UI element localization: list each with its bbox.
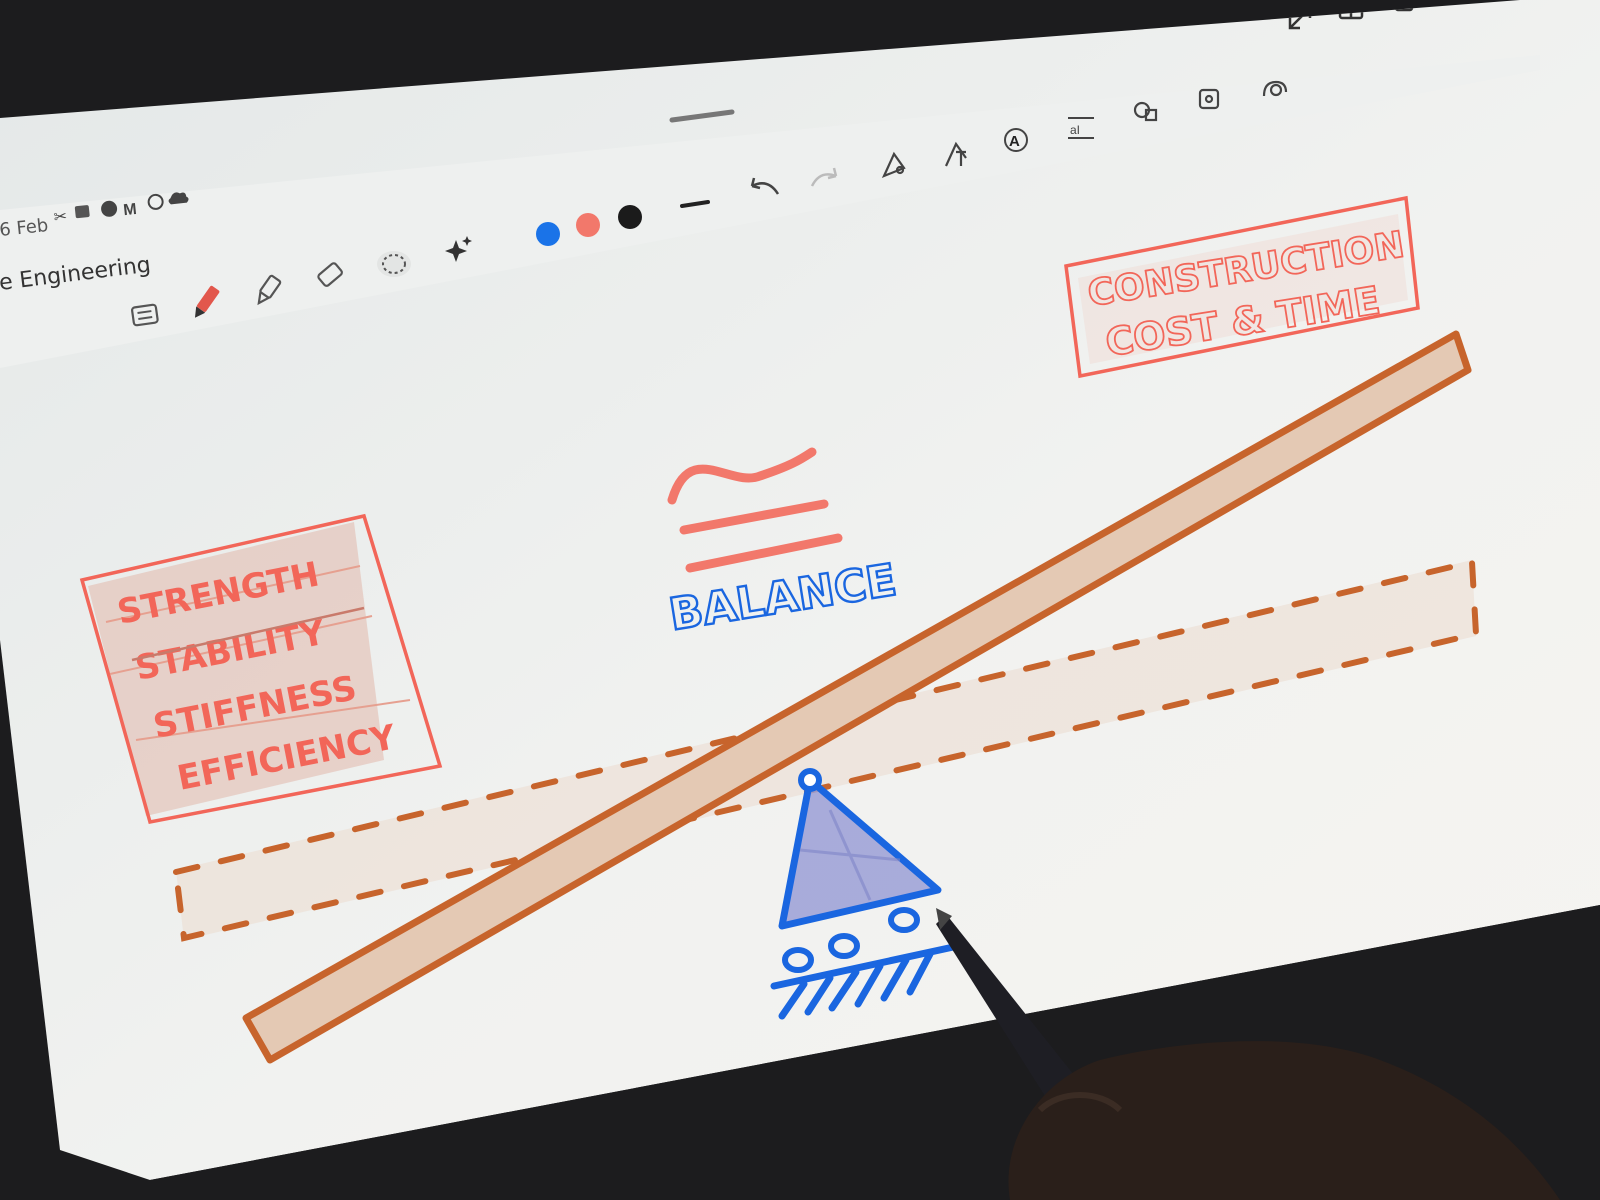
scissors-icon: ✂ (53, 208, 68, 226)
color-swatch-black[interactable] (618, 205, 642, 229)
color-swatch-coral[interactable] (576, 213, 600, 237)
gallery-icon (74, 205, 90, 219)
lasso-icon[interactable] (377, 251, 411, 277)
svg-text:A: A (1009, 133, 1020, 150)
pivot-point (798, 768, 822, 792)
photo-scene: 6 Feb ✂ M e Engineering A aI CONSTRUCTIO… (0, 0, 1600, 1200)
color-swatch-blue[interactable] (536, 222, 560, 246)
mail-icon: M (122, 201, 137, 219)
svg-text:aI: aI (1070, 123, 1080, 137)
menu-icon[interactable] (1394, 0, 1414, 12)
